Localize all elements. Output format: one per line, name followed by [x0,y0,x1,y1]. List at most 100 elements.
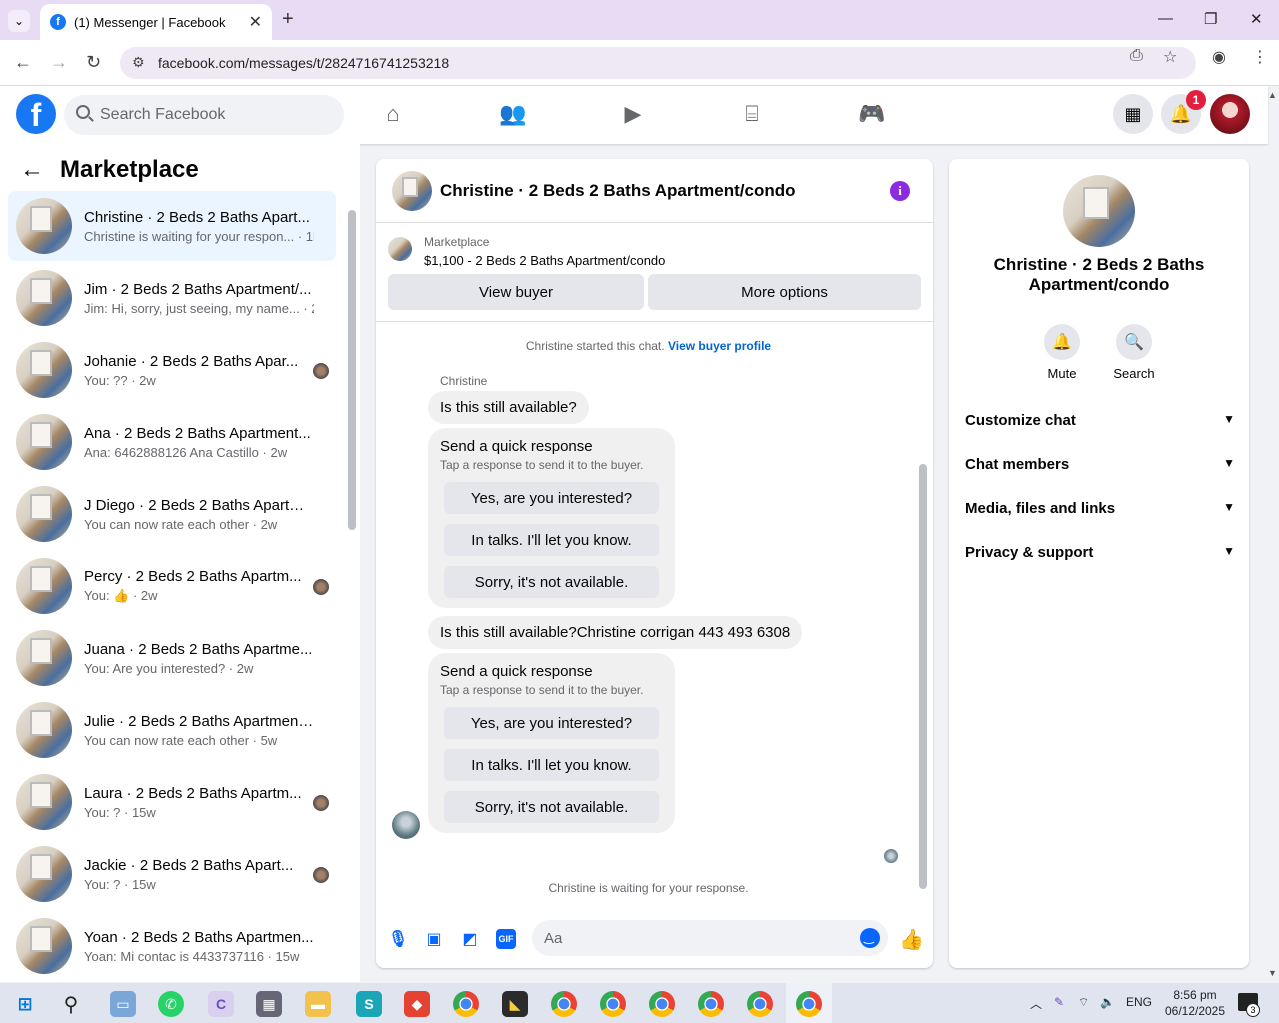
quick-reply-in-talks-button[interactable]: In talks. I'll let you know. [444,749,659,781]
profile-icon[interactable]: ◉ [1212,47,1226,67]
app-c-icon[interactable]: C [208,991,234,1017]
install-app-icon[interactable]: ⎙ [1130,47,1143,65]
site-info-icon[interactable]: ⚙ [132,54,145,71]
bookmark-star-icon[interactable]: ☆ [1163,47,1177,67]
language-indicator[interactable]: ENG [1126,995,1152,1009]
conversation-item[interactable]: Jim · 2 Beds 2 Baths Apartment/... Jim: H… [8,263,336,333]
details-listing-thumbnail[interactable] [1063,175,1135,247]
conversation-name: Johanie · 2 Beds 2 Baths Apar... [84,352,299,370]
video-icon[interactable]: ▶ [619,100,647,128]
account-avatar[interactable] [1210,94,1250,134]
app-s-icon[interactable]: S [356,991,382,1017]
mute-action[interactable]: 🔔 Mute [1032,324,1092,381]
page-scroll-up-icon[interactable]: ▲ [1268,90,1277,100]
back-arrow-icon[interactable]: ← [20,156,44,184]
message-input[interactable]: Aa [532,920,888,956]
tab-search-chevron-icon[interactable]: ⌄ [8,10,30,32]
facebook-favicon-icon: f [50,14,66,30]
chrome-profile-icon[interactable] [747,991,773,1017]
chrome-profile-icon[interactable] [698,991,724,1017]
chrome-profile-icon[interactable] [600,991,626,1017]
divider [376,321,933,322]
chrome-profile-icon[interactable] [649,991,675,1017]
volume-icon[interactable]: 🔈 [1100,995,1115,1009]
search-label: Search [1113,366,1155,381]
close-window-icon[interactable]: ✕ [1250,10,1263,28]
quick-reply-in-talks-button[interactable]: In talks. I'll let you know. [444,524,659,556]
quick-reply-not-available-button[interactable]: Sorry, it's not available. [444,566,659,598]
conversation-item[interactable]: Christine · 2 Beds 2 Baths Apart... Chris… [8,191,336,261]
sidebar-title: Marketplace [60,156,199,183]
conversation-item[interactable]: Yoan · 2 Beds 2 Baths Apartmen... Yoan: M… [8,911,336,981]
chat-title[interactable]: Christine · 2 Beds 2 Baths Apartment/con… [440,181,795,201]
quick-reply-yes-button[interactable]: Yes, are you interested? [444,482,659,514]
section-label: Chat members [965,456,1070,473]
info-icon[interactable]: i [890,181,910,201]
home-icon[interactable]: ⌂ [379,100,407,128]
whatsapp-icon[interactable]: ✆ [158,991,184,1017]
conversation-item[interactable]: Johanie · 2 Beds 2 Baths Apar... You: ?? … [8,335,336,405]
chrome-profile-icon[interactable] [551,991,577,1017]
thumbs-up-icon[interactable]: 👍 [899,927,924,952]
friends-icon[interactable]: 👥 [499,100,527,128]
forward-icon[interactable]: → [50,52,68,73]
search-action[interactable]: 🔍 Search [1104,324,1164,381]
conversation-item[interactable]: Juana · 2 Beds 2 Baths Apartme... You: Ar… [8,623,336,693]
file-explorer-icon[interactable]: ▬ [305,991,331,1017]
address-toolbar: ← → ↻ ⚙ facebook.com/messages/t/28247167… [0,40,1279,86]
minimize-icon[interactable]: — [1158,10,1173,27]
chrome-active-icon[interactable] [796,991,822,1017]
customize-chat-section[interactable]: Customize chat ▼ [965,412,1235,429]
gaming-icon[interactable]: 🎮 [858,100,886,128]
app-forward-icon[interactable]: ◆ [404,991,430,1017]
gif-icon[interactable]: GIF [496,929,516,949]
listing-price-title: $1,100 - 2 Beds 2 Baths Apartment/condo [424,253,666,268]
conversation-item[interactable]: Laura · 2 Beds 2 Baths Apartm... You: ? ·… [8,767,336,837]
view-buyer-profile-link[interactable]: View buyer profile [668,339,771,353]
photo-icon[interactable]: ▣ [424,929,444,949]
menu-grid-icon[interactable]: ▦ [1113,94,1153,134]
wifi-icon[interactable]: ⌔ [1078,995,1089,1010]
view-buyer-button[interactable]: View buyer [388,274,644,310]
more-options-button[interactable]: More options [648,274,921,310]
emoji-icon[interactable] [860,928,880,948]
listing-thumbnail [16,198,72,254]
back-icon[interactable]: ← [14,52,32,73]
tray-chevron-up-icon[interactable]: ︿ [1030,995,1042,1012]
chat-members-section[interactable]: Chat members ▼ [965,456,1235,473]
sticky-app-icon[interactable]: ◣ [502,991,528,1017]
conversation-item[interactable]: Percy · 2 Beds 2 Baths Apartm... You: 👍 ·… [8,551,336,621]
search-input[interactable]: Search Facebook [64,95,344,135]
close-tab-icon[interactable]: ✕ [249,12,262,32]
system-clock[interactable]: 8:56 pm 06/12/2025 [1160,987,1230,1019]
chat-scrollbar[interactable] [919,464,927,889]
facebook-logo-icon[interactable]: f [16,94,56,134]
marketplace-icon[interactable]: ⌸ [738,100,766,128]
conversation-item[interactable]: Ana · 2 Beds 2 Baths Apartment... Ana: 64… [8,407,336,477]
url-bar[interactable]: ⚙ facebook.com/messages/t/28247167412532… [120,47,1196,79]
page-scroll-down-icon[interactable]: ▼ [1268,968,1277,978]
sender-avatar[interactable] [392,811,420,839]
chat-listing-thumbnail[interactable] [392,170,432,211]
conversation-item[interactable]: Jackie · 2 Beds 2 Baths Apart... You: ? ·… [8,839,336,909]
reload-icon[interactable]: ↻ [86,52,101,73]
microphone-icon[interactable]: 🎙 [388,929,408,949]
conversation-item[interactable]: J Diego · 2 Beds 2 Baths Apartm... You ca… [8,479,336,549]
conversation-item[interactable]: Julie · 2 Beds 2 Baths Apartment... You c… [8,695,336,765]
media-files-links-section[interactable]: Media, files and links ▼ [965,500,1235,517]
calculator-icon[interactable]: ▦ [256,991,282,1017]
sticker-icon[interactable]: ◩ [460,929,480,949]
windows-start-icon[interactable]: ⊞ [12,991,38,1017]
search-icon[interactable]: ⚲ [58,991,84,1017]
new-tab-icon[interactable]: + [282,8,294,31]
browser-tab[interactable]: f (1) Messenger | Facebook ✕ [40,4,272,40]
quick-reply-yes-button[interactable]: Yes, are you interested? [444,707,659,739]
sidebar-scrollbar[interactable] [348,210,356,530]
privacy-support-section[interactable]: Privacy & support ▼ [965,544,1235,561]
browser-menu-icon[interactable]: ⋮ [1252,47,1268,67]
restore-icon[interactable]: ❐ [1204,10,1217,28]
chrome-icon[interactable] [453,991,479,1017]
pen-icon[interactable]: ✎ [1054,995,1064,1009]
quick-reply-not-available-button[interactable]: Sorry, it's not available. [444,791,659,823]
app-window-icon[interactable]: ▭ [110,991,136,1017]
